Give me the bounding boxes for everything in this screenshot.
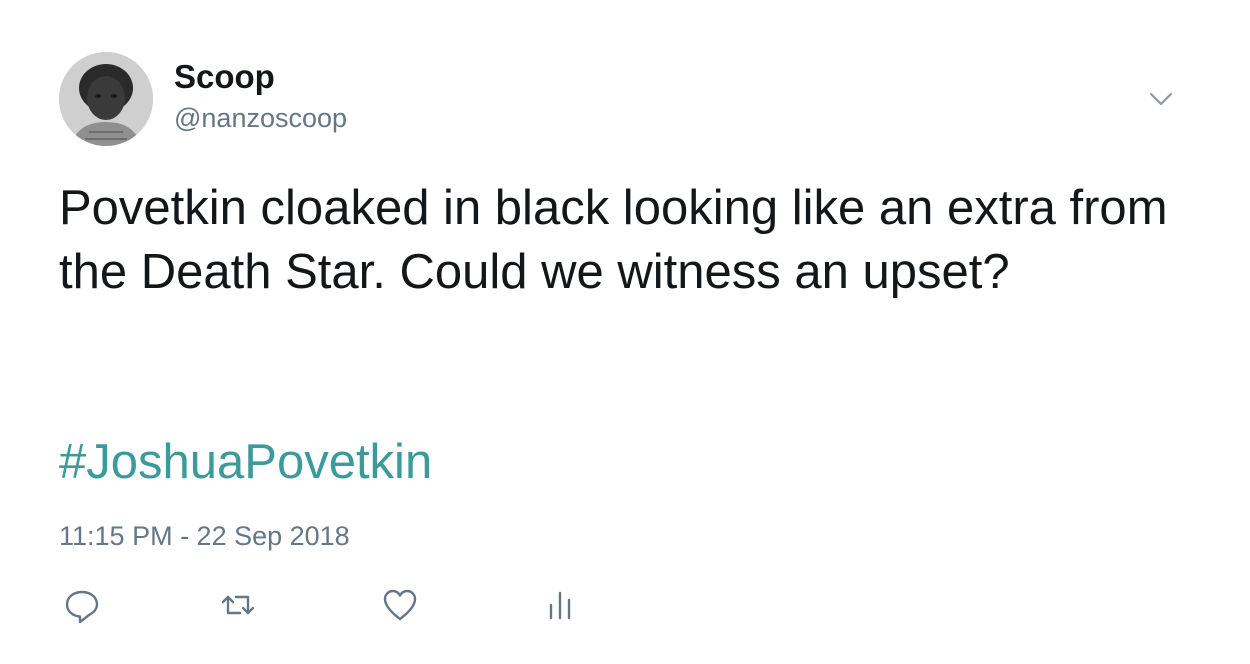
- heart-icon: [383, 589, 417, 621]
- profile-photo-icon: [59, 52, 153, 146]
- hashtag-link[interactable]: #JoshuaPovetkin: [59, 430, 432, 494]
- avatar[interactable]: [59, 52, 153, 146]
- reply-button[interactable]: [62, 585, 102, 625]
- like-button[interactable]: [380, 585, 420, 625]
- speech-bubble-icon: [65, 590, 99, 624]
- bar-chart-icon: [549, 591, 571, 620]
- analytics-button[interactable]: [540, 585, 580, 625]
- tweet-timestamp[interactable]: 11:15 PM - 22 Sep 2018: [59, 518, 350, 554]
- tweet-text: Povetkin cloaked in black looking like a…: [59, 181, 1168, 299]
- display-name[interactable]: Scoop: [174, 57, 275, 97]
- username-handle[interactable]: @nanzoscoop: [174, 101, 347, 135]
- chevron-down-icon[interactable]: [1146, 84, 1176, 114]
- retweet-arrows-icon: [221, 595, 255, 615]
- retweet-button[interactable]: [218, 585, 258, 625]
